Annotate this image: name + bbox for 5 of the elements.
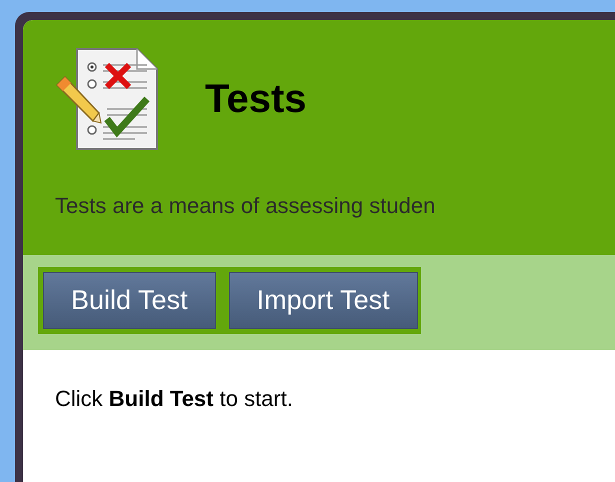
- description-text: Tests are a means of assessing studen: [54, 192, 436, 220]
- toolbar-button[interactable]: Import Test: [228, 272, 418, 329]
- toolbar-button[interactable]: Build Test: [43, 272, 216, 329]
- instruction-text: Click Build Test to start.: [55, 385, 294, 413]
- page-title: Tests: [205, 76, 307, 123]
